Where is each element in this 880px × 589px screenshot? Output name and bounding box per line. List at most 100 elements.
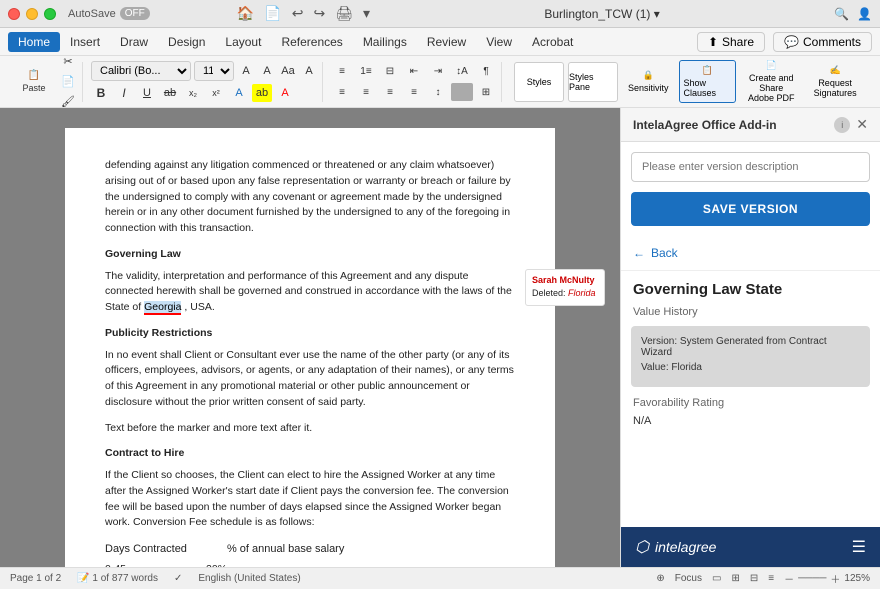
focus-icon[interactable]: ⊕	[656, 573, 664, 584]
favorability-label: Favorability Rating	[633, 397, 868, 409]
text-color-button[interactable]: A	[275, 84, 295, 102]
intelagree-logo: ⬡ intelagree	[635, 537, 716, 557]
sensitivity-icon: 🔒	[643, 70, 654, 81]
focus-label[interactable]: Focus	[675, 573, 702, 584]
show-hide-button[interactable]: ¶	[475, 62, 497, 80]
menu-acrobat[interactable]: Acrobat	[522, 32, 583, 52]
menu-mailings[interactable]: Mailings	[353, 32, 417, 52]
increase-indent-button[interactable]: ⇥	[427, 62, 449, 80]
styles-button[interactable]: Styles	[514, 62, 564, 102]
menu-home[interactable]: Home	[8, 32, 60, 52]
signature-icon: ✍	[829, 65, 840, 76]
strikethrough-button[interactable]: ab	[160, 84, 180, 102]
sensitivity-button[interactable]: 🔒 Sensitivity	[624, 66, 673, 97]
salary-label: % of annual base salary	[227, 541, 344, 558]
sort-button[interactable]: ↕A	[451, 62, 473, 80]
bullets-button[interactable]: ≡	[331, 62, 353, 80]
close-button[interactable]	[8, 8, 20, 20]
print-icon[interactable]: 🖨	[335, 5, 353, 22]
info-icon[interactable]: i	[834, 117, 850, 133]
title-bar: AutoSave OFF 🏠 📄 ↩ ↪ 🖨 ▾ Burlington_TCW …	[0, 0, 880, 28]
request-signatures-button[interactable]: ✍ Request Signatures	[806, 61, 864, 102]
zoom-in-icon[interactable]: ＋	[830, 571, 840, 586]
highlight-button[interactable]: ab	[252, 84, 272, 102]
share-button[interactable]: ⬆ Share	[697, 32, 765, 52]
track-changes-icon: ✓	[174, 573, 182, 584]
home-icon[interactable]: 🏠	[237, 5, 254, 22]
language: English (United States)	[198, 573, 300, 584]
zoom-control[interactable]: － ──── ＋ 125%	[784, 571, 870, 586]
comments-button[interactable]: 💬 Comments	[773, 32, 872, 52]
minimize-button[interactable]	[26, 8, 38, 20]
align-center-button[interactable]: ≡	[355, 83, 377, 101]
main-content: defending against any litigation commenc…	[0, 108, 880, 567]
increase-font-button[interactable]: A	[237, 62, 255, 80]
back-button[interactable]: ← Back	[621, 236, 880, 271]
change-case-button[interactable]: Aa	[279, 62, 297, 80]
decrease-indent-button[interactable]: ⇤	[403, 62, 425, 80]
version-description-input[interactable]	[631, 152, 870, 182]
bold-button[interactable]: B	[91, 84, 111, 102]
contract-hire-text: If the Client so chooses, the Client can…	[105, 468, 515, 531]
title-search[interactable]: 🔍 👤	[834, 7, 872, 21]
search-icon[interactable]: 🔍	[834, 7, 849, 21]
menu-bar: Home Insert Draw Design Layout Reference…	[0, 28, 880, 56]
status-bar: Page 1 of 2 📝 1 of 877 words ✓ English (…	[0, 567, 880, 589]
panel-title: IntelaAgree Office Add-in	[633, 118, 777, 132]
autosave-toggle[interactable]: OFF	[120, 7, 150, 20]
decrease-font-button[interactable]: A	[258, 62, 276, 80]
clear-format-button[interactable]: A	[300, 62, 318, 80]
create-share-button[interactable]: 📄 Create and Share Adobe PDF	[742, 56, 800, 107]
font-color-button[interactable]: A	[229, 84, 249, 102]
underline-button[interactable]: U	[137, 84, 157, 102]
view-icon-2[interactable]: ⊞	[731, 573, 739, 584]
menu-references[interactable]: References	[271, 32, 352, 52]
menu-insert[interactable]: Insert	[60, 32, 110, 52]
view-icon-3[interactable]: ⊟	[750, 573, 758, 584]
cut-button[interactable]: ✂	[58, 53, 78, 71]
view-icon-1[interactable]: ▭	[712, 573, 721, 584]
align-right-button[interactable]: ≡	[379, 83, 401, 101]
publicity-heading: Publicity Restrictions	[105, 326, 515, 342]
days-contracted-label: Days Contracted	[105, 541, 187, 558]
undo-icon[interactable]: ↩	[292, 5, 304, 22]
save-version-button[interactable]: SAVE VERSION	[631, 192, 870, 226]
shading-button[interactable]	[451, 83, 473, 101]
line-spacing-button[interactable]: ↕	[427, 83, 449, 101]
subscript-button[interactable]: x₂	[183, 84, 203, 102]
superscript-button[interactable]: x²	[206, 84, 226, 102]
copy-button[interactable]: 📄	[58, 73, 78, 91]
more-icon[interactable]: ▾	[363, 5, 370, 22]
panel-header: IntelaAgree Office Add-in i ✕	[621, 108, 880, 142]
menu-layout[interactable]: Layout	[215, 32, 271, 52]
insert-icon[interactable]: 📄	[264, 5, 281, 22]
panel-close-button[interactable]: ✕	[856, 116, 868, 133]
menu-view[interactable]: View	[476, 32, 522, 52]
justify-button[interactable]: ≡	[403, 83, 425, 101]
publicity-text: In no event shall Client or Consultant e…	[105, 348, 515, 411]
paste-button[interactable]: 📋 Paste	[12, 62, 56, 102]
view-icon-4[interactable]: ≡	[768, 573, 774, 584]
zoom-slider[interactable]: ────	[798, 573, 826, 584]
menu-design[interactable]: Design	[158, 32, 215, 52]
menu-right-actions: ⬆ Share 💬 Comments	[697, 32, 872, 52]
font-size-select[interactable]: 11	[194, 61, 234, 81]
menu-review[interactable]: Review	[417, 32, 476, 52]
menu-draw[interactable]: Draw	[110, 32, 158, 52]
redo-icon[interactable]: ↪	[313, 5, 325, 22]
font-name-select[interactable]: Calibri (Bo...	[91, 61, 191, 81]
multilevel-button[interactable]: ⊟	[379, 62, 401, 80]
user-icon[interactable]: 👤	[857, 7, 872, 21]
styles-pane-button[interactable]: Styles Pane	[568, 62, 618, 102]
borders-button[interactable]: ⊞	[475, 83, 497, 101]
italic-button[interactable]: I	[114, 84, 134, 102]
footer-menu-icon[interactable]: ☰	[852, 537, 866, 557]
marker-text: Text before the marker and more text aft…	[105, 421, 515, 437]
align-left-button[interactable]: ≡	[331, 83, 353, 101]
zoom-out-icon[interactable]: －	[784, 571, 794, 586]
numbering-button[interactable]: 1≡	[355, 62, 377, 80]
show-clauses-button[interactable]: 📋 Show Clauses	[679, 60, 737, 103]
maximize-button[interactable]	[44, 8, 56, 20]
font-group: Calibri (Bo... 11 A A Aa A B I U ab x₂ x…	[87, 62, 323, 102]
window-controls[interactable]	[8, 8, 56, 20]
